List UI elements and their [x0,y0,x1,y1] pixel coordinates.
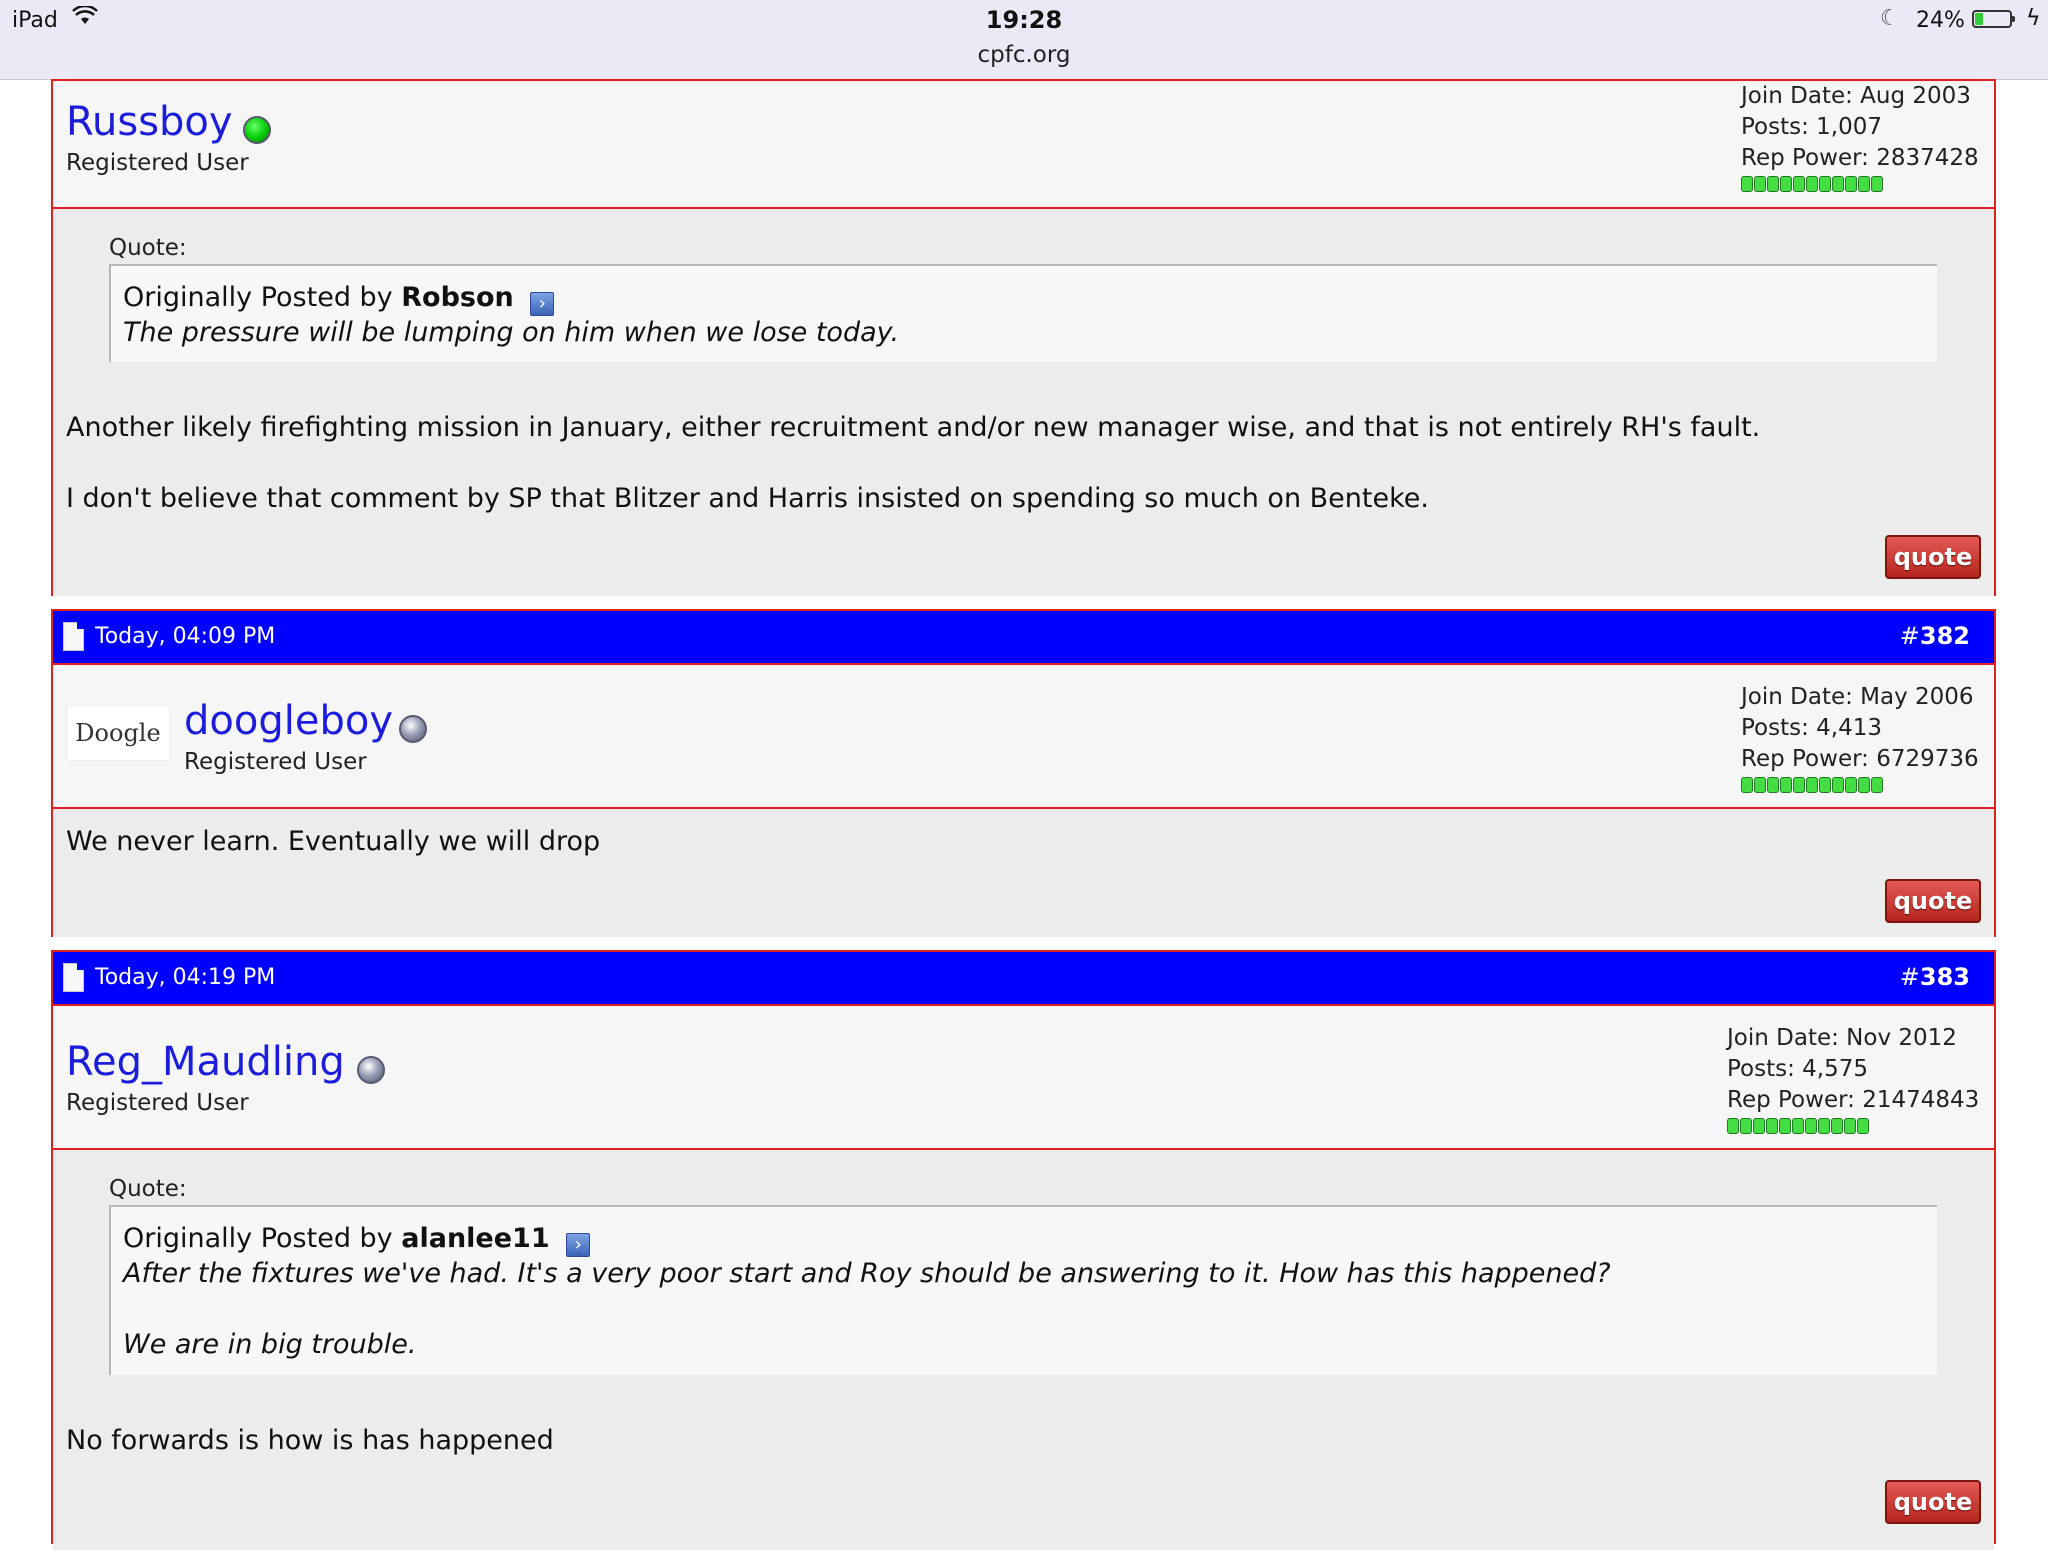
user-title: Registered User [184,749,367,775]
moon-icon: ☾ [1880,6,1900,31]
status-bar: iPad 19:28 cpfc.org ☾ 24% ϟ [0,0,2048,80]
post-userinfo: Reg_Maudling Registered User Join Date: … [53,1006,1994,1150]
user-stats: Join Date: Aug 2003 Posts: 1,007 Rep Pow… [1741,81,1979,192]
rep-power: Rep Power: 21474843 [1727,1087,1980,1113]
post-count: Posts: 1,007 [1741,114,1883,140]
battery-percent: 24% [1916,8,1965,33]
quote-label: Quote: [109,235,187,261]
quote-button[interactable]: quote [1885,535,1981,579]
rep-power: Rep Power: 2837428 [1741,145,1979,171]
join-date: Join Date: Nov 2012 [1727,1025,1957,1051]
post-russboy: Russboy Registered User Join Date: Aug 2… [51,79,1996,596]
post-body: Quote: Originally Posted by alanlee11 › … [53,1150,1994,1550]
offline-status-icon [357,1056,385,1084]
post-number-link[interactable]: #382 [1900,622,1970,650]
post-reg-maudling: Reg_Maudling Registered User Join Date: … [51,1004,1996,1550]
address-bar[interactable]: cpfc.org [0,42,2048,68]
post-header-382: Today, 04:09 PM #382 [51,609,1996,665]
post-document-icon [63,622,84,651]
message-line: Another likely firefighting mission in J… [66,412,1761,443]
clock: 19:28 [985,6,1063,34]
username-link[interactable]: Russboy [66,99,233,145]
user-stats: Join Date: Nov 2012 Posts: 4,575 Rep Pow… [1727,1023,1979,1134]
quote-author: alanlee11 [401,1223,550,1254]
battery-icon [1972,10,2015,28]
online-status-icon [243,116,271,144]
user-stats: Join Date: May 2006 Posts: 4,413 Rep Pow… [1741,682,1979,793]
quote-text: The pressure will be lumping on him when… [123,317,900,348]
quote-text: After the fixtures we've had. It's a ver… [123,1258,1611,1289]
post-timestamp: Today, 04:19 PM [95,965,276,990]
join-date: Join Date: Aug 2003 [1741,83,1971,109]
post-header-383: Today, 04:19 PM #383 [51,950,1996,1006]
quote-attribution: Originally Posted by alanlee11 › [123,1223,591,1257]
user-avatar[interactable]: Doogle [66,705,170,761]
charging-bolt-icon: ϟ [2026,6,2041,31]
quote-label: Quote: [109,1176,187,1202]
avatar-logo-text: Doogle [75,719,161,747]
quote-button[interactable]: quote [1885,1480,1981,1524]
quote-text: We are in big trouble. [123,1329,417,1360]
offline-status-icon [399,715,427,743]
join-date: Join Date: May 2006 [1741,684,1974,710]
quote-block: Originally Posted by alanlee11 › After t… [109,1205,1937,1375]
post-userinfo: Doogle doogleboy Registered User Join Da… [53,665,1994,809]
post-count: Posts: 4,575 [1727,1056,1869,1082]
reputation-bar [1741,176,1979,192]
post-number-link[interactable]: #383 [1900,963,1970,991]
post-count: Posts: 4,413 [1741,715,1883,741]
username-link[interactable]: doogleboy [184,698,393,744]
message-line: No forwards is how is has happened [66,1425,554,1456]
reputation-bar [1727,1118,1979,1134]
reputation-bar [1741,777,1979,793]
quote-attribution: Originally Posted by Robson › [123,282,555,316]
view-post-arrow-icon[interactable]: › [566,1233,591,1257]
post-body: Quote: Originally Posted by Robson › The… [53,209,1994,596]
user-title: Registered User [66,150,249,176]
post-timestamp: Today, 04:09 PM [95,624,276,649]
quote-button[interactable]: quote [1885,879,1981,923]
quote-author: Robson [401,282,514,313]
message-line: I don't believe that comment by SP that … [66,483,1429,514]
post-document-icon [63,963,84,992]
rep-power: Rep Power: 6729736 [1741,746,1979,772]
post-userinfo: Russboy Registered User Join Date: Aug 2… [53,81,1994,209]
message-line: We never learn. Eventually we will drop [66,826,601,857]
username-link[interactable]: Reg_Maudling [66,1039,345,1085]
post-doogleboy: Doogle doogleboy Registered User Join Da… [51,663,1996,937]
user-title: Registered User [66,1090,249,1116]
quote-block: Originally Posted by Robson › The pressu… [109,264,1937,362]
view-post-arrow-icon[interactable]: › [530,292,555,316]
post-body: We never learn. Eventually we will drop … [53,809,1994,937]
